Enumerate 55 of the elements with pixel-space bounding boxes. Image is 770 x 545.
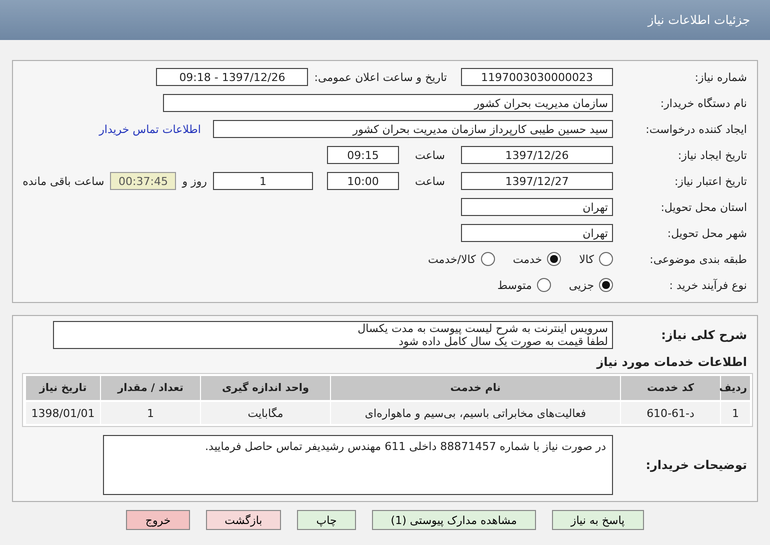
province-field: تهران — [461, 198, 613, 216]
announce-date-field: 1397/12/26 - 09:18 — [156, 68, 308, 86]
field-label: تاریخ ایجاد نیاز: — [676, 148, 747, 162]
field-label: طبقه بندی موضوعی: — [648, 252, 747, 266]
table-cell: فعالیت‌های مخابراتی باسیم، بی‌سیم و ماهواره‌ای — [330, 400, 620, 424]
action-button[interactable]: چاپ — [297, 510, 356, 530]
table-cell: د-61-610 — [620, 400, 720, 424]
buyer-notes-field: در صورت نیاز با شماره 88871457 داخلی 611 مهندس رشیدیفر تماس حاصل فرمایید. — [103, 435, 613, 495]
radio-option[interactable]: متوسط — [497, 278, 551, 292]
field-label: شماره نیاز: — [694, 70, 747, 84]
radio-option[interactable]: خدمت — [512, 252, 562, 266]
days-field: 1 — [213, 172, 313, 190]
page-title: جزئیات اطلاعات نیاز — [648, 13, 750, 27]
time-field: 10:00 — [327, 172, 399, 190]
need-number-field: 1197003030000023 — [461, 68, 613, 86]
column-header: واحد اندازه گیری — [200, 376, 330, 400]
date-field: 1397/12/26 — [461, 146, 613, 164]
remaining-label: ساعت باقی مانده — [22, 174, 104, 188]
field-label: توضیحات خریدار: — [644, 458, 747, 472]
field-label: نوع فرآیند خرید : — [668, 278, 747, 292]
table-cell: 1398/01/01 — [25, 400, 100, 424]
action-button[interactable]: پاسخ به نیاز — [552, 510, 644, 530]
field-label: استان محل تحویل: — [660, 200, 747, 214]
field-label: ایجاد کننده درخواست: — [644, 122, 747, 136]
remaining-time-field: 00:37:45 — [110, 172, 176, 190]
time-label: ساعت — [414, 174, 446, 188]
radio-option[interactable]: کالا — [579, 252, 613, 266]
city-field: تهران — [461, 224, 613, 242]
action-button[interactable]: خروج — [126, 510, 190, 530]
field-label: تاریخ و ساعت اعلان عمومی: — [314, 70, 447, 84]
column-header: تعداد / مقدار — [100, 376, 200, 400]
contact-link[interactable]: اطلاعات تماس خریدار — [99, 122, 201, 136]
description-field: سرویس اینترنت به شرح لیست پیوست به مدت یکسال لطفا قیمت به صورت یک سال کامل داده شود — [53, 321, 613, 349]
column-header: نام خدمت — [330, 376, 620, 400]
section-title: اطلاعات خدمات مورد نیاز — [595, 355, 747, 369]
time-field: 09:15 — [327, 146, 399, 164]
radio-option[interactable]: جزیی — [568, 278, 613, 292]
table-cell: مگابایت — [200, 400, 330, 424]
column-header: تاریخ نیاز — [25, 376, 100, 400]
column-header: ردیف — [720, 376, 750, 400]
days-label: روز و — [182, 174, 207, 188]
column-header: کد خدمت — [620, 376, 720, 400]
buyer-org-field: سازمان مدیریت بحران کشور — [163, 94, 613, 112]
field-label: شرح کلی نیاز: — [660, 328, 747, 342]
radio-option[interactable]: کالا/خدمت — [428, 252, 495, 266]
action-button[interactable]: بازگشت — [206, 510, 282, 530]
field-label: نام دستگاه خریدار: — [659, 96, 747, 110]
table-cell: 1 — [100, 400, 200, 424]
time-label: ساعت — [414, 148, 446, 162]
action-button[interactable]: مشاهده مدارک پیوستی (1) — [372, 510, 536, 530]
field-label: شهر محل تحویل: — [666, 226, 747, 240]
date-field: 1397/12/27 — [461, 172, 613, 190]
requester-field: سید حسین طیبی کارپرداز سازمان مدیریت بحران کشور — [213, 120, 613, 138]
table-cell: 1 — [720, 400, 750, 424]
field-label: تاریخ اعتبار نیاز: — [673, 174, 747, 188]
